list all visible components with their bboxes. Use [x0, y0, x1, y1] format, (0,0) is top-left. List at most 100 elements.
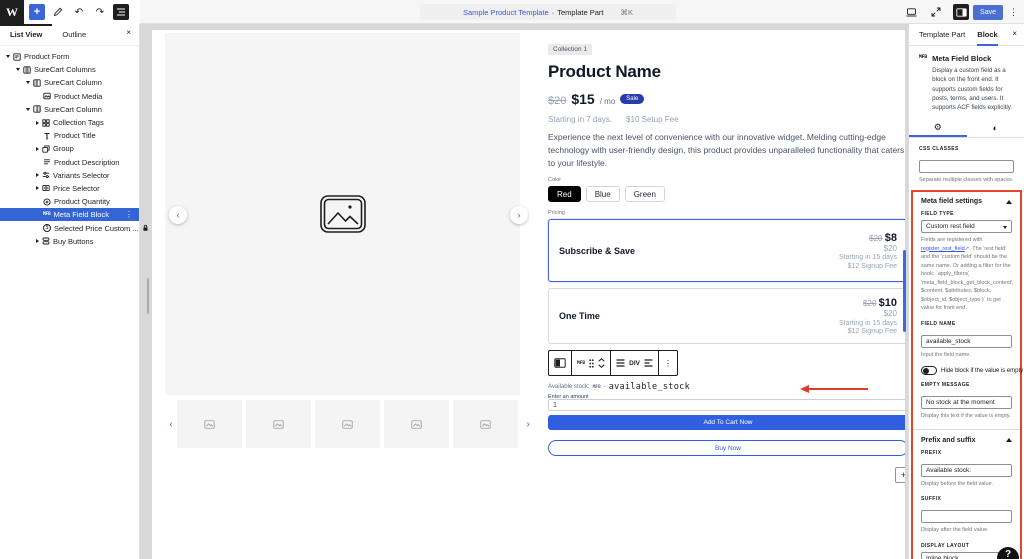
pricing-option-one-time[interactable]: One Time $20 $10 $20 Starting in 15 days…: [548, 288, 905, 344]
sidebar-item-collection-tags[interactable]: Collection Tags: [0, 116, 139, 129]
prefix-suffix-panel-header[interactable]: Prefix and suffix: [921, 437, 1012, 444]
tab-settings[interactable]: ⚙: [909, 118, 967, 137]
edit-tool-button[interactable]: [50, 4, 66, 20]
tab-outline[interactable]: Outline: [52, 24, 96, 46]
form-icon: [13, 53, 21, 61]
field-type-select[interactable]: Custom rest field: [921, 220, 1012, 233]
drag-handle-icon[interactable]: [589, 359, 594, 368]
thumbnail-placeholder[interactable]: [384, 400, 449, 448]
meta-field-block-preview[interactable]: Available stock: MFB - available_stock: [548, 382, 690, 392]
thumbs-prev-button[interactable]: ‹: [165, 419, 177, 430]
chevron-right-icon[interactable]: [36, 173, 39, 177]
settings-sidebar: Template Part Block × MFB Meta Field Blo…: [908, 24, 1024, 559]
field-name-input[interactable]: [921, 335, 1012, 348]
text-lines-icon: [43, 158, 51, 166]
sidebar-item-surecart-column[interactable]: SureCart Column: [0, 76, 139, 89]
css-classes-input[interactable]: [919, 160, 1014, 173]
empty-message-help: Display this text if the value is empty.: [921, 412, 1012, 421]
chevron-down-icon[interactable]: [26, 81, 30, 84]
sidebar-item-selected-price-custom[interactable]: $ Selected Price Custom ...: [0, 221, 139, 234]
pricing-option-subscribe[interactable]: Subscribe & Save $20 $8 $20 Starting in …: [548, 219, 905, 282]
register-rest-field-link[interactable]: register_rest_field: [921, 246, 965, 252]
sidebar-item-buy-buttons[interactable]: Buy Buttons: [0, 235, 139, 248]
tab-block[interactable]: Block: [977, 24, 997, 46]
block-type-button[interactable]: MFB: [577, 361, 585, 366]
dollar-circle-icon: $: [43, 224, 51, 232]
prefix-input[interactable]: [921, 464, 1012, 477]
chevron-down-icon[interactable]: [16, 68, 20, 71]
thumbnail-placeholder[interactable]: [315, 400, 380, 448]
document-title-bar[interactable]: Sample Product Template · Template Part …: [420, 4, 676, 20]
product-title[interactable]: Product Name: [548, 62, 905, 82]
sidebar-item-product-form[interactable]: Product Form: [0, 50, 139, 63]
color-option-red[interactable]: Red: [548, 186, 581, 202]
view-site-button[interactable]: [928, 4, 944, 20]
media-next-button[interactable]: ›: [510, 206, 528, 224]
color-option-green[interactable]: Green: [625, 186, 665, 202]
tab-list-view[interactable]: List View: [0, 24, 52, 46]
product-media-block[interactable]: [165, 33, 520, 395]
move-up-icon[interactable]: [598, 358, 605, 362]
sidebar-item-variants-selector[interactable]: Variants Selector: [0, 169, 139, 182]
block-toolbar: MFB DIV ⋮: [548, 350, 678, 376]
page-scrollbar[interactable]: [903, 250, 906, 332]
tab-template-part[interactable]: Template Part: [919, 24, 965, 46]
empty-message-input[interactable]: [921, 396, 1012, 409]
sidebar-item-surecart-column[interactable]: SureCart Column: [0, 103, 139, 116]
chevron-down-icon[interactable]: [26, 108, 30, 111]
html-element-button[interactable]: DIV: [629, 360, 640, 367]
desktop-icon: [906, 8, 917, 17]
move-block-buttons[interactable]: [598, 358, 605, 368]
preview-device-button[interactable]: [903, 4, 919, 20]
sidebar-item-surecart-columns[interactable]: SureCart Columns: [0, 63, 139, 76]
block-inserter-plus-button[interactable]: +: [895, 467, 905, 483]
chevron-down-icon[interactable]: [6, 55, 10, 58]
amount-input[interactable]: [548, 399, 905, 411]
color-option-blue[interactable]: Blue: [586, 186, 620, 202]
wordpress-logo[interactable]: W: [0, 0, 24, 24]
select-parent-button[interactable]: [549, 351, 572, 375]
sidebar-item-meta-field-block[interactable]: MFB Meta Field Block ⋮: [0, 208, 139, 221]
buy-now-button[interactable]: Buy Now: [548, 440, 905, 456]
chevron-right-icon[interactable]: [36, 239, 39, 243]
block-options-button[interactable]: ⋮: [659, 351, 677, 375]
sidebar-item-product-description[interactable]: Product Description: [0, 156, 139, 169]
collection-badge[interactable]: Collection 1: [548, 44, 592, 55]
save-button[interactable]: Save: [973, 5, 1003, 20]
editor-topbar: W + ↶ ↷ Sample Product Template · Templa…: [0, 0, 1024, 24]
list-view-toggle-button[interactable]: [113, 4, 129, 20]
product-description[interactable]: Experience the next level of convenience…: [548, 131, 905, 169]
undo-button[interactable]: ↶: [71, 4, 87, 20]
row-options-button[interactable]: ⋮: [125, 210, 133, 219]
setup-fee-text: $10 Setup Fee: [626, 115, 678, 124]
align-icon[interactable]: [644, 359, 653, 367]
add-to-cart-button[interactable]: Add To Cart Now: [548, 415, 905, 430]
sidebar-item-product-quantity[interactable]: Product Quantity: [0, 195, 139, 208]
meta-field-settings-panel-header[interactable]: Meta field settings: [921, 198, 1012, 205]
settings-sidebar-toggle-button[interactable]: [953, 4, 969, 20]
media-prev-button[interactable]: ‹: [169, 206, 187, 224]
options-menu-button[interactable]: ⋮: [1007, 7, 1020, 18]
suffix-input[interactable]: [921, 510, 1012, 523]
hide-block-toggle[interactable]: [921, 366, 937, 375]
close-settings-button[interactable]: ×: [1012, 29, 1017, 38]
justify-icon[interactable]: [616, 359, 625, 367]
thumbnail-placeholder[interactable]: [453, 400, 518, 448]
thumbs-next-button[interactable]: ›: [522, 419, 534, 430]
chevron-right-icon[interactable]: [36, 121, 39, 125]
thumbnail-placeholder[interactable]: [246, 400, 311, 448]
tab-styles[interactable]: ◐: [967, 118, 1024, 137]
canvas-scrollbar[interactable]: [147, 278, 149, 314]
block-inserter-button[interactable]: +: [29, 4, 45, 20]
chevron-right-icon[interactable]: [36, 186, 39, 190]
close-list-view-button[interactable]: ×: [126, 28, 131, 37]
redo-button[interactable]: ↷: [92, 4, 108, 20]
sidebar-item-product-title[interactable]: Product Title: [0, 129, 139, 142]
document-title-link[interactable]: Sample Product Template: [463, 8, 549, 17]
move-down-icon[interactable]: [598, 364, 605, 368]
chevron-right-icon[interactable]: [36, 147, 39, 151]
sidebar-item-product-media[interactable]: Product Media: [0, 90, 139, 103]
thumbnail-placeholder[interactable]: [177, 400, 242, 448]
sidebar-item-price-selector[interactable]: Price Selector: [0, 182, 139, 195]
sidebar-item-group[interactable]: Group: [0, 142, 139, 155]
